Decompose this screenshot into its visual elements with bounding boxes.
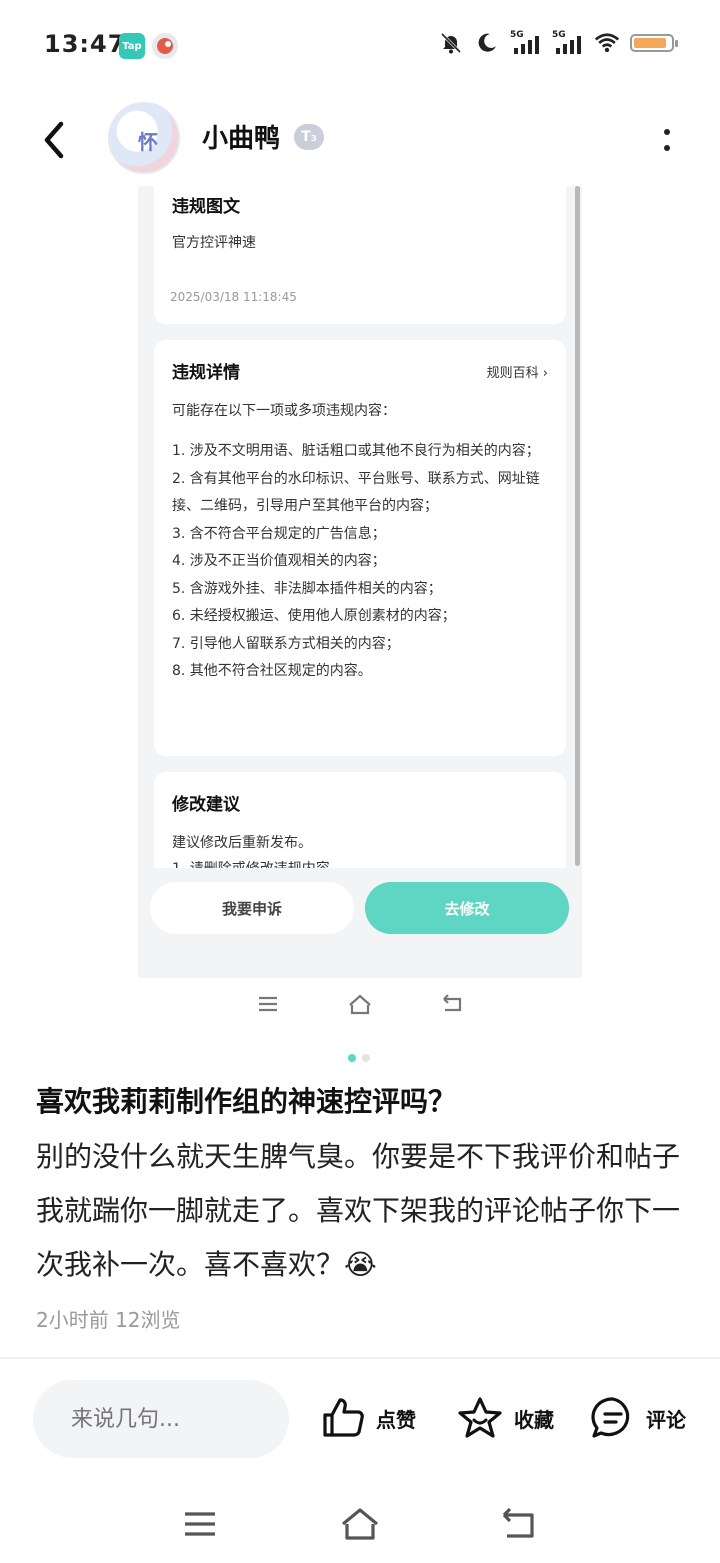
rule-item: 4. 涉及不正当价值观相关的内容； bbox=[172, 553, 386, 569]
card-time: 2025/03/18 11:18:45 bbox=[170, 290, 297, 304]
rule-item: 6. 未经授权搬运、使用他人原创素材的内容； bbox=[172, 608, 456, 624]
screenshot-nav-bar bbox=[240, 986, 480, 1022]
rule-item: 8. 其他不符合社区规定的内容。 bbox=[172, 663, 372, 679]
crying-emoji: 😭 bbox=[344, 1248, 377, 1281]
back-button[interactable] bbox=[30, 116, 78, 164]
chevron-left-icon bbox=[44, 121, 64, 159]
app-notification-icon bbox=[152, 33, 178, 59]
rule-list: 1. 涉及不文明用语、脏话粗口或其他不良行为相关的内容； 2. 含有其他平台的水… bbox=[172, 438, 554, 686]
post-title: 喜欢我莉莉制作组的神速控评吗？ bbox=[36, 1085, 457, 1118]
rule-item: 7. 引导他人留联系方式相关的内容； bbox=[172, 635, 400, 652]
home-icon bbox=[341, 1508, 379, 1540]
card-text: 建议修改后重新发布。 bbox=[172, 835, 312, 851]
menu-icon bbox=[185, 1512, 215, 1536]
home-icon bbox=[342, 986, 378, 1022]
post-meta: 2小时前 12浏览 bbox=[36, 1308, 181, 1332]
rule-item: 5. 含游戏外挂、非法脚本插件相关的内容； bbox=[172, 580, 442, 597]
carousel-indicator bbox=[348, 1054, 370, 1062]
battery-icon bbox=[630, 34, 678, 52]
screenshot-button-bar: 我要申诉 去修改 bbox=[138, 868, 582, 978]
wifi-icon bbox=[594, 30, 620, 56]
card-title: 修改建议 bbox=[172, 795, 240, 815]
home-button[interactable] bbox=[336, 1500, 384, 1548]
star-icon bbox=[458, 1397, 502, 1438]
favorite-label: 收藏 bbox=[514, 1407, 554, 1432]
moon-icon bbox=[474, 30, 500, 56]
comment-label: 评论 bbox=[646, 1407, 686, 1432]
post-body: 别的没什么就天生脾气臭。你要是不下我评价和帖子我就踹你一脚就走了。喜欢下架我的评… bbox=[36, 1130, 686, 1292]
more-options-button[interactable] bbox=[652, 120, 682, 160]
status-bar: 13:47 Tap 5G 5G bbox=[0, 0, 720, 90]
mute-icon bbox=[438, 30, 464, 56]
violation-content-card: 违规图文 官方控评神速 2025/03/18 11:18:45 bbox=[154, 186, 566, 324]
modify-button: 去修改 bbox=[365, 882, 569, 934]
comment-button[interactable]: 评论 bbox=[590, 1390, 686, 1446]
avatar-text: 怀 bbox=[138, 130, 158, 154]
status-icons: 5G 5G bbox=[438, 30, 678, 56]
like-label: 点赞 bbox=[376, 1407, 416, 1432]
rule-item: 1. 涉及不文明用语、脏话粗口或其他不良行为相关的内容； bbox=[172, 443, 540, 459]
card-title: 违规图文 bbox=[172, 197, 240, 217]
favorite-button[interactable]: 收藏 bbox=[456, 1390, 554, 1446]
rules-encyclopedia-link: 规则百科 › bbox=[487, 362, 548, 381]
more-dot bbox=[664, 129, 670, 135]
back-icon bbox=[502, 1508, 534, 1538]
chat-bubble-icon bbox=[591, 1397, 630, 1438]
scrollbar bbox=[575, 186, 580, 866]
status-time: 13:47 bbox=[44, 30, 126, 58]
recent-apps-button[interactable] bbox=[176, 1500, 224, 1548]
user-name[interactable]: 小曲鸭 bbox=[202, 118, 280, 155]
chevron-right-icon: › bbox=[542, 366, 548, 381]
system-nav-bar bbox=[0, 1490, 720, 1556]
taptap-notification-icon: Tap bbox=[119, 33, 145, 59]
thumbs-up-icon bbox=[323, 1398, 364, 1437]
card-intro: 可能存在以下一项或多项违规内容： bbox=[172, 403, 396, 419]
battery-level bbox=[634, 38, 666, 48]
more-dot bbox=[664, 145, 670, 151]
signal-icon: 5G bbox=[552, 30, 584, 56]
signal-icon: 5G bbox=[510, 30, 542, 56]
back-icon bbox=[434, 986, 470, 1022]
appeal-button: 我要申诉 bbox=[150, 882, 354, 934]
rule-item: 3. 含不符合平台规定的广告信息； bbox=[172, 525, 386, 542]
divider bbox=[0, 1357, 720, 1359]
comment-input[interactable] bbox=[33, 1380, 289, 1458]
back-nav-button[interactable] bbox=[494, 1500, 542, 1548]
card-text: 官方控评神速 bbox=[172, 235, 256, 251]
rule-item: 2. 含有其他平台的水印标识、平台账号、联系方式、网址链接、二维码，引导用户至其… bbox=[172, 470, 540, 515]
violation-details-card: 违规详情 规则百科 › 可能存在以下一项或多项违规内容： 1. 涉及不文明用语、… bbox=[154, 340, 566, 756]
like-button[interactable]: 点赞 bbox=[320, 1390, 416, 1446]
level-badge: T₃ bbox=[294, 124, 324, 150]
post-image[interactable]: 违规图文 官方控评神速 2025/03/18 11:18:45 违规详情 规则百… bbox=[138, 186, 582, 978]
carousel-dot-active bbox=[348, 1054, 356, 1062]
rules-link-label: 规则百科 bbox=[486, 366, 539, 381]
menu-icon bbox=[250, 986, 286, 1022]
carousel-dot bbox=[362, 1054, 370, 1062]
post-header: 怀 小曲鸭 T₃ bbox=[0, 90, 720, 186]
card-title: 违规详情 bbox=[172, 363, 240, 383]
avatar[interactable]: 怀 bbox=[108, 102, 180, 174]
